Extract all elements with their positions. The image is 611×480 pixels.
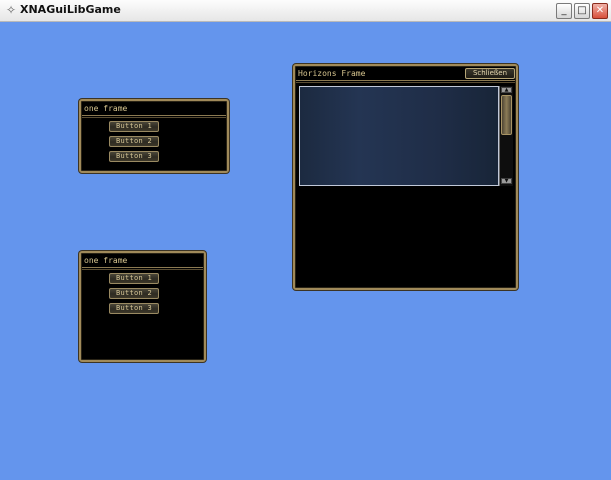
scroll-thumb[interactable] [501,95,512,135]
minimize-button[interactable]: _ [556,3,572,19]
button-2[interactable]: Button 2 [109,136,159,147]
button-3[interactable]: Button 3 [109,151,159,162]
maximize-button[interactable]: □ [574,3,590,19]
maximize-icon: □ [577,5,587,16]
button-1[interactable]: Button 1 [109,121,159,132]
frame-title: one frame [82,102,226,116]
scroll-down-icon[interactable]: ▼ [501,178,512,184]
frame-title-divider [82,269,203,270]
frame-one-top[interactable]: one frame Button 1 Button 2 Button 3 [79,99,229,173]
minimize-icon: _ [561,5,567,16]
close-window-button[interactable]: ✕ [592,3,608,19]
frame-title: one frame [82,254,203,268]
window-title: XNAGuiLibGame [20,3,121,16]
button-2[interactable]: Button 2 [109,288,159,299]
close-icon: ✕ [595,5,605,16]
frame-title-divider [82,117,226,118]
window-titlebar[interactable]: ✧ XNAGuiLibGame _ □ ✕ [0,0,611,22]
content-area[interactable] [299,86,499,186]
horizons-frame[interactable]: Horizons Frame Schließen ▲ ▼ [293,64,518,290]
button-1[interactable]: Button 1 [109,273,159,284]
app-icon: ✧ [5,3,17,17]
vertical-scrollbar[interactable]: ▲ ▼ [499,86,513,186]
frame-one-bottom[interactable]: one frame Button 1 Button 2 Button 3 [79,251,206,362]
schliessen-button[interactable]: Schließen [465,68,515,79]
frame-title-divider [296,82,515,83]
button-3[interactable]: Button 3 [109,303,159,314]
scroll-up-icon[interactable]: ▲ [501,87,512,93]
